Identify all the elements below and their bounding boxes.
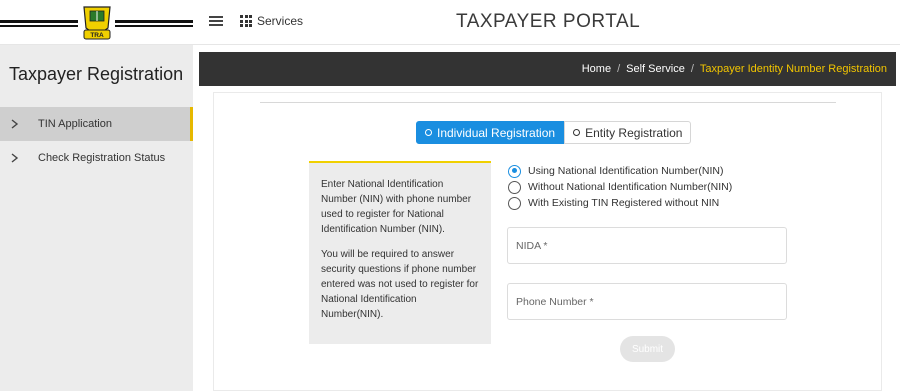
- tra-logo[interactable]: TRA: [0, 4, 193, 41]
- radio-unchecked-icon[interactable]: [508, 196, 521, 210]
- option-label: Without National Identification Number(N…: [528, 181, 733, 193]
- info-box: Enter National Identification Number (NI…: [309, 161, 491, 344]
- individual-registration-button[interactable]: Individual Registration: [416, 121, 565, 144]
- option-label: With Existing TIN Registered without NIN: [528, 197, 720, 209]
- radio-dot-icon: [573, 129, 581, 136]
- top-header: TRA Services TAXPAYER PORTAL: [0, 0, 900, 45]
- option-existing-tin[interactable]: With Existing TIN Registered without NIN: [508, 195, 732, 211]
- phone-number-input[interactable]: [507, 283, 787, 320]
- breadcrumb-home[interactable]: Home: [582, 63, 611, 75]
- services-label: Services: [257, 14, 304, 28]
- chevron-right-icon: [11, 153, 19, 163]
- option-using-nin[interactable]: Using National Identification Number(NIN…: [508, 163, 732, 179]
- option-label: Using National Identification Number(NIN…: [528, 165, 724, 177]
- menu-icon[interactable]: [209, 14, 223, 28]
- breadcrumb: Home / Self Service / Taxpayer Identity …: [199, 52, 896, 86]
- sidebar-title: Taxpayer Registration: [9, 64, 184, 84]
- registration-options: Using National Identification Number(NIN…: [508, 163, 732, 211]
- chevron-right-icon: [11, 119, 19, 129]
- info-paragraph: You will be required to answer security …: [321, 249, 479, 320]
- grid-icon: [240, 15, 252, 27]
- radio-unchecked-icon[interactable]: [508, 180, 521, 194]
- option-without-nin[interactable]: Without National Identification Number(N…: [508, 179, 732, 195]
- breadcrumb-separator: /: [617, 63, 621, 75]
- breadcrumb-self-service[interactable]: Self Service: [626, 63, 685, 75]
- breadcrumb-separator: /: [690, 63, 694, 75]
- radio-checked-icon[interactable]: [508, 164, 521, 178]
- entity-registration-label: Entity Registration: [585, 125, 683, 140]
- logo-text: TRA: [90, 32, 104, 39]
- page-title: TAXPAYER PORTAL: [456, 11, 641, 32]
- sidebar: Taxpayer Registration TIN Application Ch…: [0, 45, 193, 391]
- info-paragraph: Enter National Identification Number (NI…: [321, 179, 472, 235]
- submit-button[interactable]: Submit: [620, 336, 675, 362]
- breadcrumb-current: Taxpayer Identity Number Registration: [699, 63, 887, 75]
- nida-input[interactable]: [507, 227, 787, 264]
- radio-dot-icon: [425, 129, 432, 136]
- sidebar-item-check-status[interactable]: Check Registration Status: [0, 141, 193, 175]
- services-menu[interactable]: Services: [240, 14, 303, 28]
- sidebar-item-label: Check Registration Status: [38, 152, 166, 164]
- registration-type-toggle: Individual Registration Entity Registrat…: [416, 121, 692, 144]
- individual-registration-label: Individual Registration: [437, 125, 556, 140]
- entity-registration-button[interactable]: Entity Registration: [564, 121, 692, 144]
- registration-card: Individual Registration Entity Registrat…: [213, 92, 882, 391]
- sidebar-item-label: TIN Application: [38, 118, 112, 130]
- sidebar-item-tin-application[interactable]: TIN Application: [0, 107, 193, 141]
- divider: [260, 102, 836, 103]
